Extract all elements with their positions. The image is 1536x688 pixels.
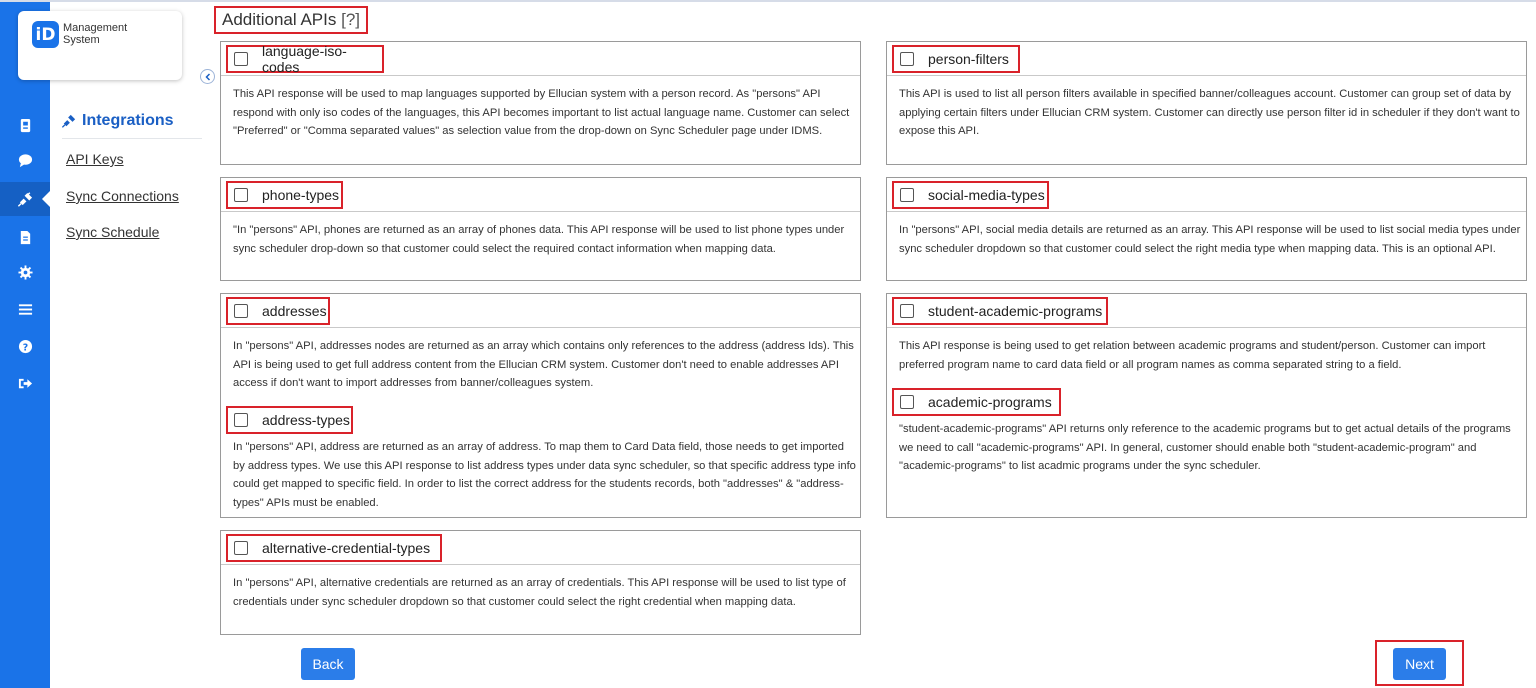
api-description: In "persons" API, addresses nodes are re… [233,340,854,389]
checkbox[interactable] [234,188,248,202]
api-description: In "persons" API, social media details a… [899,224,1521,255]
page-title: Additional APIs [?] [214,6,368,34]
logo-card: iD Management System [18,11,182,80]
api-description: This API response will be used to map la… [233,88,850,137]
svg-text:?: ? [22,342,27,353]
plug-icon [62,114,76,128]
next-button[interactable]: Next [1393,648,1446,680]
collapse-sidebar-button[interactable] [200,69,215,84]
api-option-phone-types[interactable]: phone-types [226,181,343,209]
file-icon[interactable] [0,220,50,254]
api-option-academic-programs[interactable]: academic-programs [892,388,1061,416]
checkbox[interactable] [234,304,248,318]
sign-out-icon[interactable] [0,366,50,400]
api-description: This API is used to list all person filt… [899,88,1520,137]
api-option-addresses[interactable]: addresses [226,297,330,325]
logo-badge: iD [32,21,59,48]
api-option-language-iso-codes[interactable]: language-iso-codes [226,43,384,75]
chat-icon[interactable] [0,143,50,177]
checkbox[interactable] [234,52,248,66]
api-card-language-iso-codes: language-iso-codes This API response wil… [220,41,861,165]
address-card-icon[interactable] [0,108,50,142]
api-description: This API response is being used to get r… [899,340,1486,371]
api-description: "In "persons" API, phones are returned a… [233,224,845,255]
checkbox[interactable] [900,52,914,66]
api-option-person-filters[interactable]: person-filters [892,45,1020,73]
subnav-title: Integrations [62,112,202,139]
logo-text: Management System [63,22,128,46]
plug-icon[interactable] [0,182,50,216]
api-description: In "persons" API, address are returned a… [233,441,856,509]
icon-rail: ? [0,2,50,688]
list-icon[interactable] [0,292,50,326]
api-card-student-academic-programs: student-academic-programs This API respo… [886,293,1527,518]
api-card-addresses: addresses In "persons" API, addresses no… [220,293,861,518]
api-card-phone-types: phone-types "In "persons" API, phones ar… [220,177,861,281]
nav-link-sync-connections[interactable]: Sync Connections [66,188,179,204]
checkbox[interactable] [900,304,914,318]
api-option-alternative-credential-types[interactable]: alternative-credential-types [226,534,442,562]
gear-icon[interactable] [0,255,50,289]
nav-link-sync-schedule[interactable]: Sync Schedule [66,224,159,240]
nav-link-api-keys[interactable]: API Keys [66,151,124,167]
checkbox[interactable] [234,541,248,555]
api-option-social-media-types[interactable]: social-media-types [892,181,1049,209]
back-button[interactable]: Back [301,648,355,680]
checkbox[interactable] [900,188,914,202]
api-description: In "persons" API, alternative credential… [233,577,846,608]
api-description: "student-academic-programs" API returns … [899,423,1511,472]
help-icon[interactable]: ? [0,329,50,363]
api-card-social-media-types: social-media-types In "persons" API, soc… [886,177,1527,281]
api-card-alternative-credential-types: alternative-credential-types In "persons… [220,530,861,635]
checkbox[interactable] [234,413,248,427]
checkbox[interactable] [900,395,914,409]
api-option-student-academic-programs[interactable]: student-academic-programs [892,297,1108,325]
help-link[interactable]: [?] [341,10,360,29]
api-card-person-filters: person-filters This API is used to list … [886,41,1527,165]
chevron-left-icon [204,72,210,81]
api-option-address-types[interactable]: address-types [226,406,353,434]
